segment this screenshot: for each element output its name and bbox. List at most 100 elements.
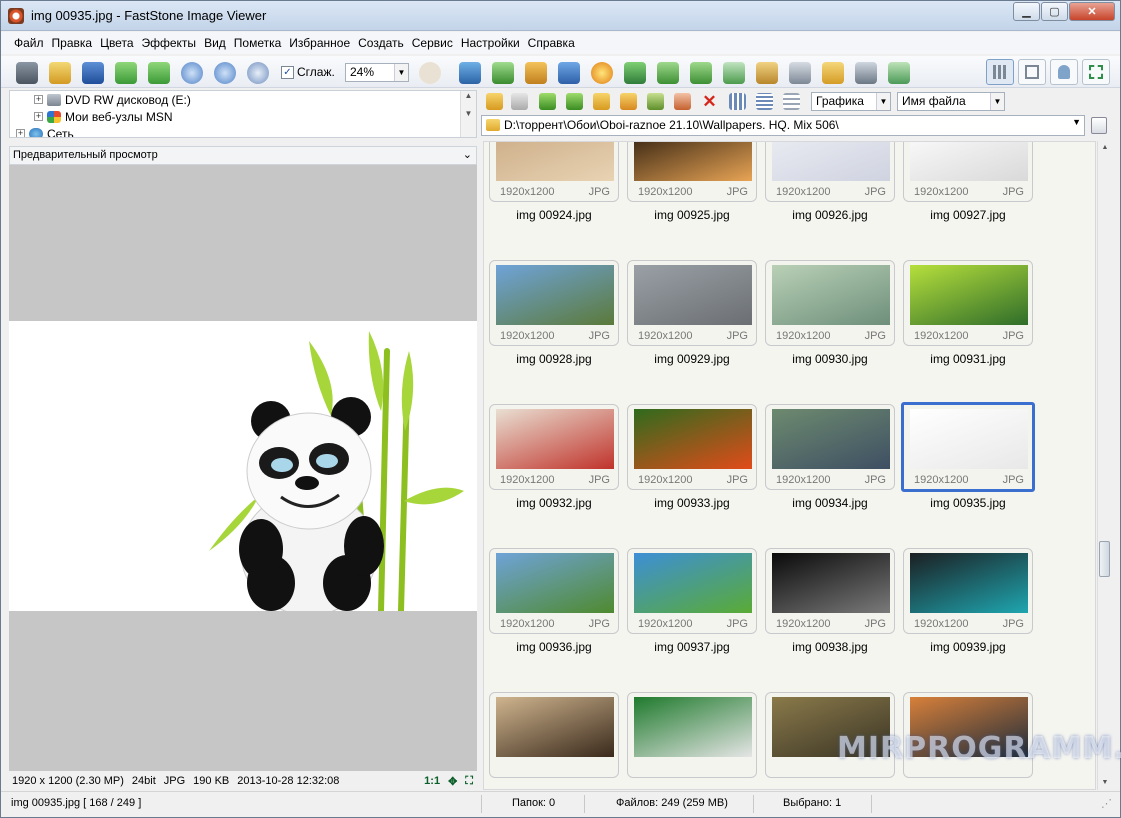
thumbnail-frame[interactable]: 1920x1200 JPG: [765, 404, 895, 490]
thumbnail-frame[interactable]: 1920x1200 JPG: [765, 548, 895, 634]
thumbnail-frame[interactable]: 1920x1200 JPG: [489, 260, 619, 346]
resize-icon[interactable]: [492, 62, 514, 84]
batch-icon[interactable]: [888, 62, 910, 84]
flip-icon[interactable]: [723, 62, 745, 84]
smooth-toggle[interactable]: ✓ Сглаж.: [281, 65, 335, 79]
view-preview-button[interactable]: [1018, 59, 1046, 85]
thumbnail-frame[interactable]: 1920x1200 JPG: [627, 142, 757, 202]
thumbnail-item[interactable]: 1920x1200 JPG img 00937.jpg: [627, 548, 757, 666]
trash-icon[interactable]: [1091, 117, 1107, 134]
back-icon[interactable]: [486, 93, 503, 110]
thumbnail-grid[interactable]: 1920x1200 JPG img 00924.jpg 1920x1200 JPG img…: [483, 141, 1096, 790]
preview-header[interactable]: Предварительный просмотр ⌄: [9, 146, 477, 165]
thumbnail-item[interactable]: 1920x1200 JPG img 00926.jpg: [765, 142, 895, 234]
menu-effects[interactable]: Эффекты: [138, 36, 201, 50]
print-icon[interactable]: [855, 62, 877, 84]
hand-tool-icon[interactable]: [419, 62, 441, 84]
thumbnail-item[interactable]: 1920x1200 JPG img 00924.jpg: [489, 142, 619, 234]
actual-size-icon[interactable]: [247, 62, 269, 84]
expand-icon[interactable]: +: [16, 129, 25, 137]
maximize-button[interactable]: ▢: [1041, 2, 1068, 21]
thumbnail-item[interactable]: 1920x1200 JPG img 00936.jpg: [489, 548, 619, 666]
menu-edit[interactable]: Правка: [48, 36, 97, 50]
thumbnail-item[interactable]: 1920x1200 JPG img 00932.jpg: [489, 404, 619, 522]
view-thumbnails-button[interactable]: [986, 59, 1014, 85]
thumbnail-item[interactable]: 1920x1200 JPG img 00925.jpg: [627, 142, 757, 234]
fullscreen-preview-icon[interactable]: ⛶: [465, 775, 473, 788]
thumbnail-item[interactable]: 1920x1200 JPG img 00927.jpg: [903, 142, 1033, 234]
thumbnail-item[interactable]: 1920x1200 JPG img 00938.jpg: [765, 548, 895, 666]
scrollbar-thumb[interactable]: [1099, 541, 1110, 577]
chevron-double-down-icon[interactable]: ⌄: [463, 148, 472, 161]
fit-window-icon[interactable]: ✥: [448, 775, 457, 788]
menu-create[interactable]: Создать: [354, 36, 408, 50]
title-bar[interactable]: img 00935.jpg - FastStone Image Viewer ▁…: [1, 1, 1120, 31]
chevron-down-icon[interactable]: ▼: [1072, 117, 1081, 127]
menu-settings[interactable]: Настройки: [457, 36, 524, 50]
file-type-filter[interactable]: Графика ▼: [811, 92, 891, 111]
camera-icon[interactable]: [16, 62, 38, 84]
thumbnail-frame[interactable]: [627, 692, 757, 778]
thumbnail-item[interactable]: 1920x1200 JPG img 00935.jpg: [901, 402, 1035, 522]
thumbnail-frame[interactable]: 1920x1200 JPG: [903, 548, 1033, 634]
thumbnail-item[interactable]: [489, 692, 619, 789]
tree-item[interactable]: + Сеть: [16, 125, 74, 137]
red-eye-icon[interactable]: [624, 62, 646, 84]
tree-scrollbar[interactable]: ▲ ▼: [460, 91, 476, 137]
convert-icon[interactable]: [558, 62, 580, 84]
actual-size-ratio-button[interactable]: 1:1: [424, 775, 440, 787]
thumbnail-frame[interactable]: 1920x1200 JPG: [903, 260, 1033, 346]
expand-icon[interactable]: +: [34, 95, 43, 104]
next-arrow-icon[interactable]: [148, 62, 170, 84]
tree-item[interactable]: + DVD RW дисковод (E:): [34, 91, 191, 108]
rotate-right-icon[interactable]: [690, 62, 712, 84]
chevron-down-icon[interactable]: ▼: [876, 93, 890, 110]
thumbnail-item[interactable]: 1920x1200 JPG img 00929.jpg: [627, 260, 757, 378]
thumbnail-frame[interactable]: 1920x1200 JPG: [901, 402, 1035, 492]
expand-icon[interactable]: +: [34, 112, 43, 121]
thumbnail-item[interactable]: 1920x1200 JPG img 00934.jpg: [765, 404, 895, 522]
thumbnail-frame[interactable]: 1920x1200 JPG: [627, 404, 757, 490]
menu-tag[interactable]: Пометка: [230, 36, 286, 50]
chevron-down-icon[interactable]: ▼: [990, 93, 1004, 110]
save-icon[interactable]: [82, 62, 104, 84]
thumbnail-item[interactable]: 1920x1200 JPG img 00933.jpg: [627, 404, 757, 522]
minimize-button[interactable]: ▁: [1013, 2, 1040, 21]
draw-icon[interactable]: [789, 62, 811, 84]
grid-scrollbar[interactable]: ▲ ▼: [1097, 141, 1111, 790]
menu-view[interactable]: Вид: [200, 36, 230, 50]
chevron-down-icon[interactable]: ▼: [394, 64, 408, 81]
delete-icon[interactable]: ✕: [701, 93, 718, 110]
refresh-icon[interactable]: [566, 93, 583, 110]
move-folder-icon[interactable]: [674, 93, 691, 110]
thumbnail-frame[interactable]: 1920x1200 JPG: [489, 548, 619, 634]
slideshow-icon[interactable]: [459, 62, 481, 84]
close-button[interactable]: ✕: [1069, 2, 1115, 21]
thumbnail-item[interactable]: 1920x1200 JPG img 00930.jpg: [765, 260, 895, 378]
list-view-icon[interactable]: [756, 93, 773, 110]
prev-arrow-icon[interactable]: [115, 62, 137, 84]
open-folder-icon[interactable]: [49, 62, 71, 84]
thumbnail-frame[interactable]: 1920x1200 JPG: [627, 548, 757, 634]
scroll-down-icon[interactable]: ▼: [1098, 776, 1112, 790]
path-field[interactable]: D:\торрент\Обои\Oboi-raznoe 21.10\Wallpa…: [481, 115, 1085, 136]
adjust-colors-icon[interactable]: [591, 62, 613, 84]
copy-folder-icon[interactable]: [647, 93, 664, 110]
menu-favorites[interactable]: Избранное: [285, 36, 354, 50]
thumbnail-frame[interactable]: 1920x1200 JPG: [489, 142, 619, 202]
zoom-select[interactable]: 24% ▼: [345, 63, 409, 82]
menu-colors[interactable]: Цвета: [96, 36, 137, 50]
details-view-icon[interactable]: [783, 93, 800, 110]
menu-tools[interactable]: Сервис: [408, 36, 457, 50]
menu-file[interactable]: Файл: [10, 36, 48, 50]
thumbnail-item[interactable]: 1920x1200 JPG img 00939.jpg: [903, 548, 1033, 666]
email-icon[interactable]: [822, 62, 844, 84]
preview-area[interactable]: [9, 165, 477, 771]
thumbs-view-icon[interactable]: [729, 93, 746, 110]
tree-item[interactable]: + Мои веб-узлы MSN: [34, 108, 172, 125]
thumbnail-frame[interactable]: 1920x1200 JPG: [765, 142, 895, 202]
view-person-button[interactable]: [1050, 59, 1078, 85]
menu-help[interactable]: Справка: [524, 36, 579, 50]
copy-to-icon[interactable]: [756, 62, 778, 84]
sort-select[interactable]: Имя файла ▼: [897, 92, 1005, 111]
